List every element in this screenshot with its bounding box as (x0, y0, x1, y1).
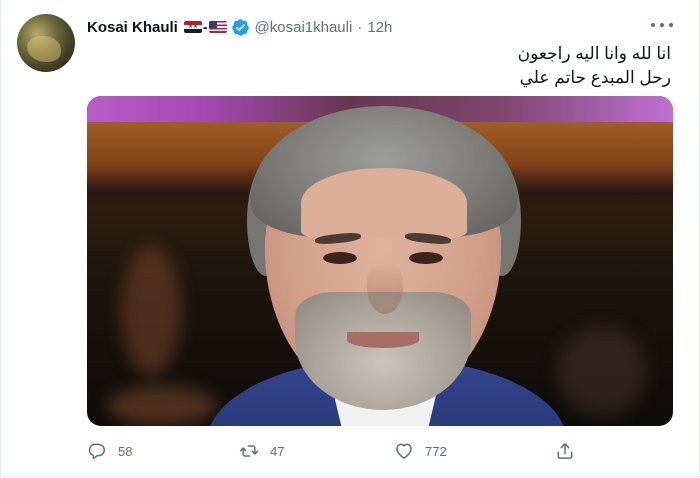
avatar[interactable] (17, 14, 75, 72)
syria-flag-icon (183, 21, 202, 33)
tweet-text-line: رحل المبدع حاتم علي (519, 68, 671, 87)
tweet-text-line: انا لله وانا اليه راجعون (517, 44, 671, 63)
photo-nose (367, 262, 403, 314)
photo-bokeh (107, 386, 217, 426)
reply-count: 58 (118, 443, 133, 459)
more-options-icon[interactable] (651, 18, 673, 32)
separator-dot: · (357, 18, 363, 36)
photo-bokeh (557, 326, 647, 416)
photo-bokeh (121, 246, 181, 376)
like-count: 772 (425, 443, 447, 459)
heart-icon (396, 443, 412, 459)
photo-eye (323, 252, 357, 264)
retweet-button[interactable]: 47 (239, 438, 284, 464)
retweet-count: 47 (270, 443, 285, 459)
photo-forehead (301, 168, 467, 238)
timestamp[interactable]: 12h (367, 19, 392, 36)
photo-mouth (347, 332, 419, 348)
tweet-header: Kosai Khauli - @kosai1khauli · 12h (87, 15, 392, 39)
flag-separator: - (202, 19, 208, 35)
user-handle[interactable]: @kosai1khauli (255, 19, 353, 36)
reply-button[interactable]: 58 (87, 438, 132, 464)
retweet-icon (239, 445, 259, 457)
flag-emojis: - (183, 19, 227, 35)
verified-badge-icon (231, 18, 249, 36)
display-name[interactable]: Kosai Khauli (87, 19, 178, 36)
tweet-card[interactable]: Kosai Khauli - @kosai1khauli · 12h انا ل… (0, 0, 700, 477)
reply-icon (88, 443, 105, 460)
tweet-actions: 58 47 772 (87, 438, 587, 464)
photo-eye (409, 252, 443, 264)
like-button[interactable]: 772 (394, 438, 447, 464)
share-button[interactable] (555, 438, 575, 464)
us-flag-icon (208, 21, 227, 33)
tweet-text: انا لله وانا اليه راجعون رحل المبدع حاتم… (111, 42, 671, 90)
tweet-photo[interactable] (87, 96, 673, 426)
share-icon (557, 443, 573, 459)
